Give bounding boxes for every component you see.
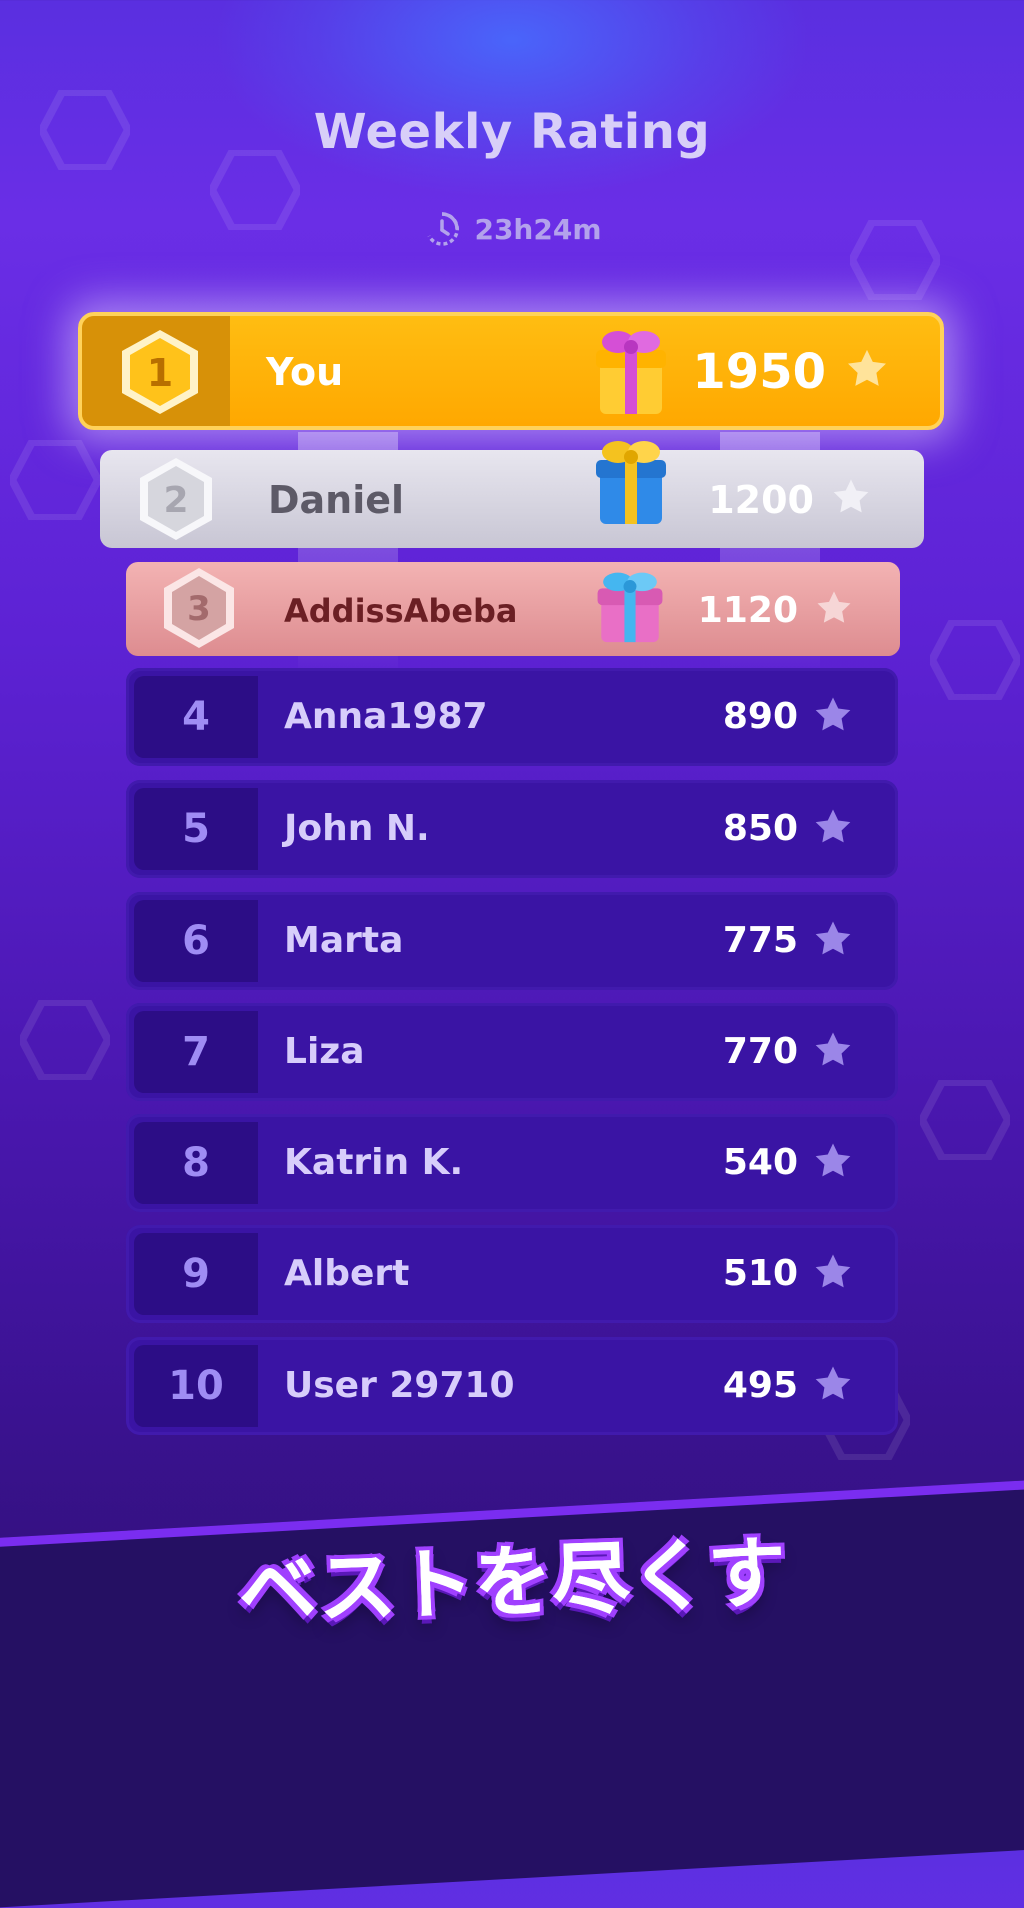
star-icon bbox=[815, 1143, 851, 1177]
leaderboard-row-2[interactable]: 2 Daniel 1200 bbox=[100, 441, 924, 548]
rank-number: 9 bbox=[134, 1233, 258, 1315]
player-name: John N. bbox=[284, 808, 430, 849]
background-hex-icon bbox=[20, 1000, 110, 1080]
player-score: 775 bbox=[722, 920, 798, 961]
player-name: Marta bbox=[284, 920, 404, 961]
star-icon bbox=[815, 921, 851, 955]
star-icon bbox=[815, 1254, 851, 1288]
bronze-medal-icon: 3 bbox=[164, 568, 234, 648]
rank-number: 6 bbox=[134, 900, 258, 982]
player-name: AddissAbeba bbox=[284, 592, 518, 630]
leaderboard-row-9[interactable]: 9 Albert 510 bbox=[126, 1225, 898, 1323]
player-score: 770 bbox=[722, 1031, 798, 1072]
star-icon bbox=[817, 591, 851, 623]
star-icon bbox=[848, 349, 886, 386]
leaderboard-row-7[interactable]: 7 Liza 770 bbox=[126, 1003, 898, 1101]
countdown-timer: 23h24m bbox=[0, 209, 1024, 249]
top-glow bbox=[212, 0, 812, 200]
player-score: 1950 bbox=[692, 344, 826, 400]
leaderboard-row-5[interactable]: 5 John N. 850 bbox=[126, 780, 898, 878]
player-name: Anna1987 bbox=[284, 696, 488, 737]
background-hex-icon bbox=[930, 620, 1020, 700]
leaderboard-row-3[interactable]: 3 AddissAbeba 1120 bbox=[126, 562, 900, 656]
star-icon bbox=[815, 809, 851, 843]
star-icon bbox=[815, 1366, 851, 1400]
player-score: 1200 bbox=[708, 478, 814, 522]
gift-box-icon bbox=[596, 441, 666, 524]
rank-number: 7 bbox=[134, 1011, 258, 1093]
background-hex-icon bbox=[10, 440, 100, 520]
rank-number: 8 bbox=[134, 1122, 258, 1204]
star-icon bbox=[815, 1032, 851, 1066]
clock-icon bbox=[427, 212, 460, 246]
player-name: You bbox=[266, 350, 344, 394]
player-score: 1120 bbox=[697, 590, 798, 631]
star-icon bbox=[815, 697, 851, 731]
page-title: Weekly Rating bbox=[313, 104, 711, 160]
rank-number: 10 bbox=[134, 1345, 258, 1427]
player-name: Katrin K. bbox=[284, 1142, 464, 1183]
player-name: User 29710 bbox=[284, 1365, 515, 1406]
leaderboard-row-4[interactable]: 4 Anna1987 890 bbox=[126, 668, 898, 766]
player-score: 540 bbox=[722, 1142, 798, 1183]
player-name: Liza bbox=[284, 1031, 365, 1072]
timer-text: 23h24m bbox=[474, 212, 602, 246]
rank-number: 3 bbox=[187, 589, 211, 629]
leaderboard-row-6[interactable]: 6 Marta 775 bbox=[126, 892, 898, 990]
gift-box-icon bbox=[596, 331, 666, 414]
silver-medal-icon: 2 bbox=[140, 458, 212, 540]
star-icon bbox=[833, 479, 869, 513]
rank-number: 4 bbox=[134, 676, 258, 758]
player-name: Daniel bbox=[268, 478, 405, 522]
player-name: Albert bbox=[284, 1253, 410, 1294]
gold-medal-icon: 1 bbox=[122, 330, 198, 414]
player-score: 510 bbox=[722, 1253, 798, 1294]
rank-number: 2 bbox=[163, 480, 188, 521]
rank-number: 5 bbox=[134, 788, 258, 870]
player-score: 850 bbox=[722, 808, 798, 849]
gift-box-icon bbox=[597, 572, 663, 643]
leaderboard-row-10[interactable]: 10 User 29710 495 bbox=[126, 1337, 898, 1435]
player-score: 495 bbox=[722, 1365, 798, 1406]
leaderboard-row-8[interactable]: 8 Katrin K. 540 bbox=[126, 1114, 898, 1212]
rank-number: 1 bbox=[147, 351, 173, 395]
player-score: 890 bbox=[722, 696, 798, 737]
leaderboard-row-1[interactable]: 1 You 1950 bbox=[78, 312, 944, 430]
background-hex-icon bbox=[920, 1080, 1010, 1160]
